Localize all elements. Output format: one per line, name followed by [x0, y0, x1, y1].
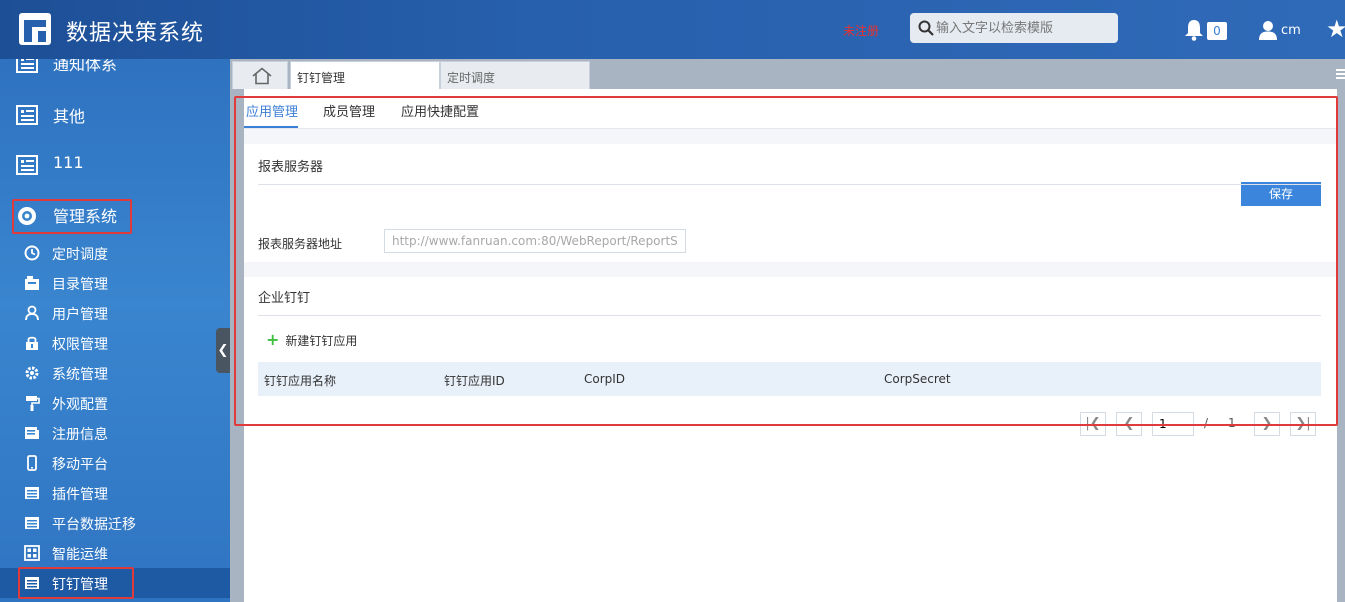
search-icon: [918, 20, 934, 36]
clock-icon: [24, 245, 40, 261]
menu-icon[interactable]: [1336, 69, 1345, 81]
folder-icon: [25, 276, 39, 290]
lock-icon: [26, 336, 38, 350]
sidebar-item-label: 定时调度: [52, 247, 108, 263]
bell-icon[interactable]: [1184, 19, 1204, 41]
sidebar-item-users[interactable]: 用户管理: [0, 298, 230, 328]
tab-dingtalk[interactable]: 钉钉管理: [290, 61, 440, 89]
sidebar-item-mobile[interactable]: 移动平台: [0, 448, 230, 478]
home-icon: [252, 67, 272, 85]
highlight-box-dingtalk: [18, 567, 134, 599]
sidebar-item-label: 平台数据迁移: [52, 517, 136, 533]
sidebar-item-other[interactable]: 其他: [0, 97, 230, 137]
migrate-icon: [25, 517, 39, 529]
sidebar-item-label: 权限管理: [52, 337, 108, 353]
highlight-box-main: [234, 96, 1338, 426]
search-input[interactable]: [936, 18, 1112, 38]
collapse-sidebar-button[interactable]: ❮: [216, 328, 230, 373]
sidebar-item-registration[interactable]: 注册信息: [0, 418, 230, 448]
app-title: 数据决策系统: [66, 21, 205, 46]
sidebar-item-label: 系统管理: [52, 367, 108, 383]
sidebar-item-directory[interactable]: 目录管理: [0, 268, 230, 298]
sidebar-item-label: 用户管理: [52, 307, 108, 323]
sidebar-item-label: 外观配置: [52, 397, 108, 413]
sidebar-item-label: 插件管理: [52, 487, 108, 503]
user-icon[interactable]: [1258, 20, 1278, 40]
paint-roller-icon: [26, 396, 40, 411]
tab-schedule[interactable]: 定时调度: [440, 61, 590, 89]
sidebar-item-label: 智能运维: [52, 547, 108, 563]
sidebar-item-permissions[interactable]: 权限管理: [0, 328, 230, 358]
sidebar-item-label: 通知体系: [53, 59, 118, 74]
grid-icon: [24, 545, 40, 561]
mobile-icon: [27, 455, 37, 471]
gear-icon: [25, 366, 39, 380]
user-icon: [25, 305, 39, 321]
sidebar-item-schedule[interactable]: 定时调度: [0, 238, 230, 268]
user-name[interactable]: cm: [1281, 23, 1301, 38]
sidebar-item-appearance[interactable]: 外观配置: [0, 388, 230, 418]
logo-icon: [19, 13, 51, 45]
plugin-icon: [25, 487, 39, 499]
document-icon: [16, 105, 38, 125]
sidebar-item-label: 其他: [53, 107, 86, 126]
sidebar: 通知体系 其他 111 管理系统 定时调度 目录管理 用户管理 权限管理 系统管…: [0, 59, 230, 602]
document-icon: [16, 59, 38, 73]
register-icon: [25, 427, 39, 439]
tab-home[interactable]: [232, 61, 288, 89]
tab-bar: 钉钉管理 定时调度: [230, 59, 1345, 89]
document-icon: [16, 155, 38, 175]
sidebar-item-label: 111: [53, 153, 84, 172]
sidebar-item-migration[interactable]: 平台数据迁移: [0, 508, 230, 538]
sidebar-item-label: 注册信息: [52, 427, 108, 443]
sidebar-item-plugins[interactable]: 插件管理: [0, 478, 230, 508]
sidebar-item-notification[interactable]: 通知体系: [0, 59, 230, 85]
top-header: 数据决策系统 未注册 0 cm ★: [0, 0, 1345, 59]
sidebar-item-label: 目录管理: [52, 277, 108, 293]
star-icon[interactable]: ★: [1326, 17, 1345, 41]
highlight-box-management: [12, 199, 132, 234]
notification-badge[interactable]: 0: [1207, 22, 1227, 40]
unregistered-label[interactable]: 未注册: [843, 22, 879, 39]
sidebar-item-ops[interactable]: 智能运维: [0, 538, 230, 568]
search-box[interactable]: [910, 13, 1118, 43]
sidebar-item-111[interactable]: 111: [0, 147, 230, 187]
sidebar-item-label: 移动平台: [52, 457, 108, 473]
sidebar-item-system[interactable]: 系统管理: [0, 358, 230, 388]
